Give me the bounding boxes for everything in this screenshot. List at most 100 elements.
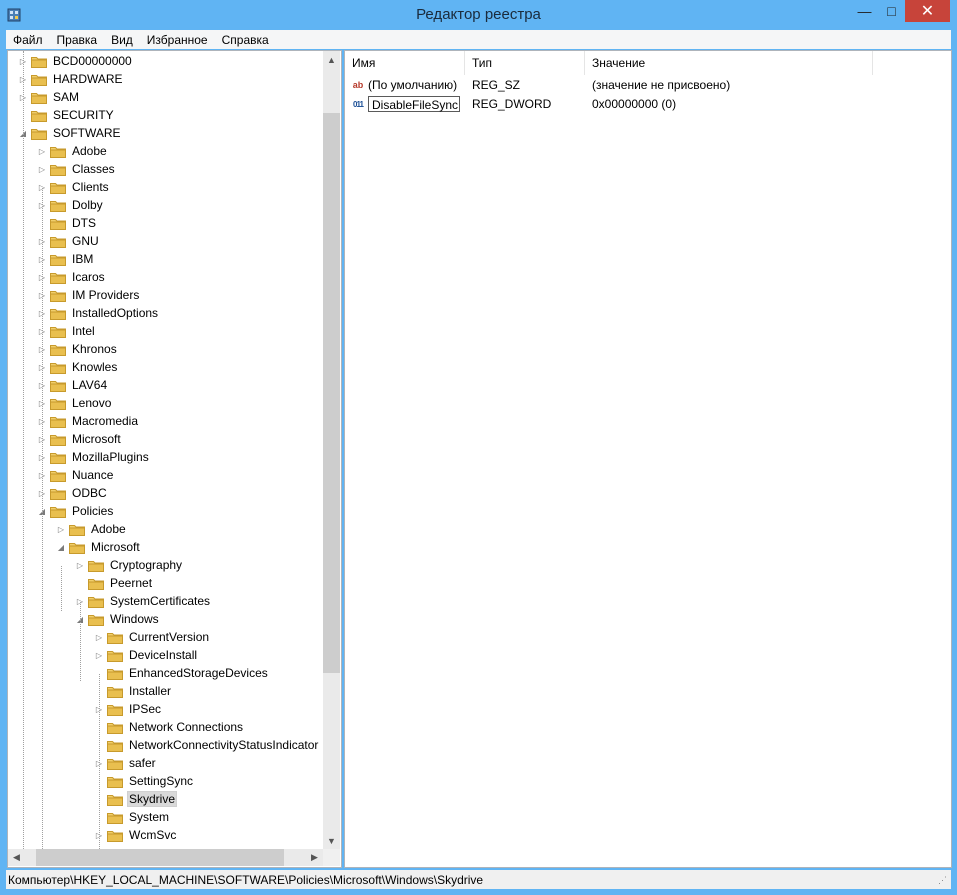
tree-node-label: Intel (72, 324, 95, 338)
tree-node[interactable]: ▷ Adobe (55, 520, 128, 538)
string-value-icon: ab (352, 80, 364, 90)
expand-arrow-icon[interactable]: ▷ (74, 559, 86, 571)
tree-node-label: GNU (72, 234, 99, 248)
tree-node[interactable]: ◢ SOFTWARE (17, 124, 123, 142)
tree-node[interactable]: System (93, 808, 171, 826)
scroll-down-arrow-icon[interactable]: ▼ (323, 832, 340, 849)
tree-node[interactable]: ▷ HARDWARE (17, 70, 125, 88)
close-button[interactable]: ✕ (905, 0, 950, 22)
column-header-type[interactable]: Тип (465, 51, 585, 75)
folder-icon (31, 73, 47, 86)
tree-node[interactable]: ◢ Windows (74, 610, 161, 628)
tree-node[interactable]: ▷ Macromedia (36, 412, 140, 430)
value-row[interactable]: 011 DisableFileSync REG_DWORD 0x00000000… (345, 95, 845, 113)
tree-node-label: SOFTWARE (53, 126, 121, 140)
tree-node[interactable]: Network Connections (93, 718, 245, 736)
tree-node[interactable]: ▷ LAV64 (36, 376, 109, 394)
tree-vertical-scrollbar[interactable]: ▲ ▼ (323, 51, 340, 849)
tree-node[interactable]: ▷ IBM (36, 250, 95, 268)
resize-grip-icon[interactable]: ⋰ (938, 875, 947, 886)
tree-node[interactable]: ▷ InstalledOptions (36, 304, 160, 322)
value-name-rename-field[interactable]: DisableFileSync (368, 96, 460, 112)
tree-node[interactable]: ▷ IPSec (93, 700, 163, 718)
value-name: (По умолчанию) (368, 78, 458, 92)
key-tree-pane[interactable]: ▷ BCD00000000 ▷ HARDWARE ▷ SAM SECURITY ◢ SOFTWA… (7, 50, 342, 868)
tree-horizontal-scroll-thumb[interactable] (36, 849, 284, 866)
tree-node[interactable]: ▷ safer (93, 754, 158, 772)
tree-node[interactable]: ▷ Adobe (36, 142, 109, 160)
tree-node[interactable]: Skydrive (93, 790, 178, 808)
menu-favorites[interactable]: Избранное (140, 33, 215, 47)
expand-arrow-icon[interactable]: ▷ (36, 163, 48, 175)
folder-icon (50, 397, 66, 410)
maximize-button[interactable]: □ (878, 0, 905, 22)
tree-node[interactable]: ▷ Dolby (36, 196, 105, 214)
expand-arrow-icon[interactable]: ▷ (93, 631, 105, 643)
menu-edit[interactable]: Правка (50, 33, 105, 47)
tree-node[interactable]: ▷ SAM (17, 88, 81, 106)
scroll-right-arrow-icon[interactable]: ▶ (306, 849, 323, 866)
tree-node[interactable]: ▷ MozillaPlugins (36, 448, 151, 466)
tree-node-label: safer (129, 756, 156, 770)
tree-node[interactable]: ▷ BCD00000000 (17, 52, 134, 70)
value-data: (значение не присвоено) (592, 78, 731, 92)
tree-node[interactable]: ▷ Knowles (36, 358, 119, 376)
tree-node-label: Peernet (110, 576, 153, 590)
tree-node[interactable]: ▷ Classes (36, 160, 117, 178)
column-header-name[interactable]: Имя (345, 51, 465, 75)
tree-node[interactable]: ▷ Clients (36, 178, 111, 196)
folder-icon (107, 793, 123, 806)
expand-arrow-icon[interactable]: ▷ (36, 145, 48, 157)
title-bar[interactable]: Редактор реестра — □ ✕ (0, 0, 957, 30)
tree-node[interactable]: ▷ WcmSvc (93, 826, 178, 844)
scroll-left-arrow-icon[interactable]: ◀ (8, 849, 25, 866)
values-list-pane[interactable]: Имя Тип Значение ab (По умолчанию) REG_S… (344, 50, 952, 868)
tree-node[interactable]: ◢ Policies (36, 502, 115, 520)
tree-node[interactable]: EnhancedStorageDevices (93, 664, 270, 682)
tree-node[interactable]: ▷ Icaros (36, 268, 107, 286)
tree-node-label: Macromedia (72, 414, 139, 428)
expand-arrow-icon[interactable]: ▷ (55, 523, 67, 535)
tree-node[interactable]: ▷ Khronos (36, 340, 119, 358)
key-tree: ▷ BCD00000000 ▷ HARDWARE ▷ SAM SECURITY ◢ SOFTWA… (8, 51, 323, 849)
tree-node[interactable]: ▷ Lenovo (36, 394, 113, 412)
value-row[interactable]: ab (По умолчанию) REG_SZ (значение не пр… (345, 76, 845, 94)
menu-view[interactable]: Вид (104, 33, 140, 47)
value-data: 0x00000000 (0) (592, 97, 677, 111)
tree-node[interactable]: ▷ Nuance (36, 466, 115, 484)
tree-node[interactable]: SECURITY (17, 106, 116, 124)
tree-node-label: Knowles (72, 360, 118, 374)
value-name-cell: ab (По умолчанию) (345, 78, 465, 92)
tree-node[interactable]: ▷ DeviceInstall (93, 646, 199, 664)
folder-icon (50, 145, 66, 158)
tree-node[interactable]: NetworkConnectivityStatusIndicator (93, 736, 320, 754)
collapse-arrow-icon[interactable]: ◢ (55, 541, 67, 553)
tree-node-label: Microsoft (91, 540, 140, 554)
tree-node[interactable]: DTS (36, 214, 98, 232)
tree-node[interactable]: ▷ SystemCertificates (74, 592, 212, 610)
tree-node[interactable]: ▷ CurrentVersion (93, 628, 211, 646)
tree-node[interactable]: Installer (93, 682, 173, 700)
tree-node[interactable]: ▷ GNU (36, 232, 101, 250)
folder-icon (31, 55, 47, 68)
tree-node[interactable]: ▷ Cryptography (74, 556, 184, 574)
expand-arrow-icon[interactable]: ▷ (93, 649, 105, 661)
tree-node[interactable]: Peernet (74, 574, 154, 592)
tree-node[interactable]: ▷ Microsoft (36, 430, 123, 448)
menu-help[interactable]: Справка (215, 33, 276, 47)
tree-node[interactable]: ▷ Intel (36, 322, 97, 340)
folder-icon (31, 127, 47, 140)
tree-horizontal-scrollbar[interactable]: ◀ ▶ (8, 849, 323, 866)
tree-node-label: SAM (53, 90, 80, 104)
tree-node[interactable]: ▷ ODBC (36, 484, 109, 502)
scroll-up-arrow-icon[interactable]: ▲ (323, 51, 340, 68)
tree-node[interactable]: SettingSync (93, 772, 195, 790)
minimize-button[interactable]: — (851, 0, 878, 22)
column-header-filler (873, 51, 951, 75)
tree-node[interactable]: ▷ IM Providers (36, 286, 141, 304)
column-header-value[interactable]: Значение (585, 51, 873, 75)
tree-node[interactable]: ◢ Microsoft (55, 538, 142, 556)
tree-vertical-scroll-thumb[interactable] (323, 113, 340, 673)
menu-file[interactable]: Файл (6, 33, 50, 47)
folder-icon (50, 451, 66, 464)
